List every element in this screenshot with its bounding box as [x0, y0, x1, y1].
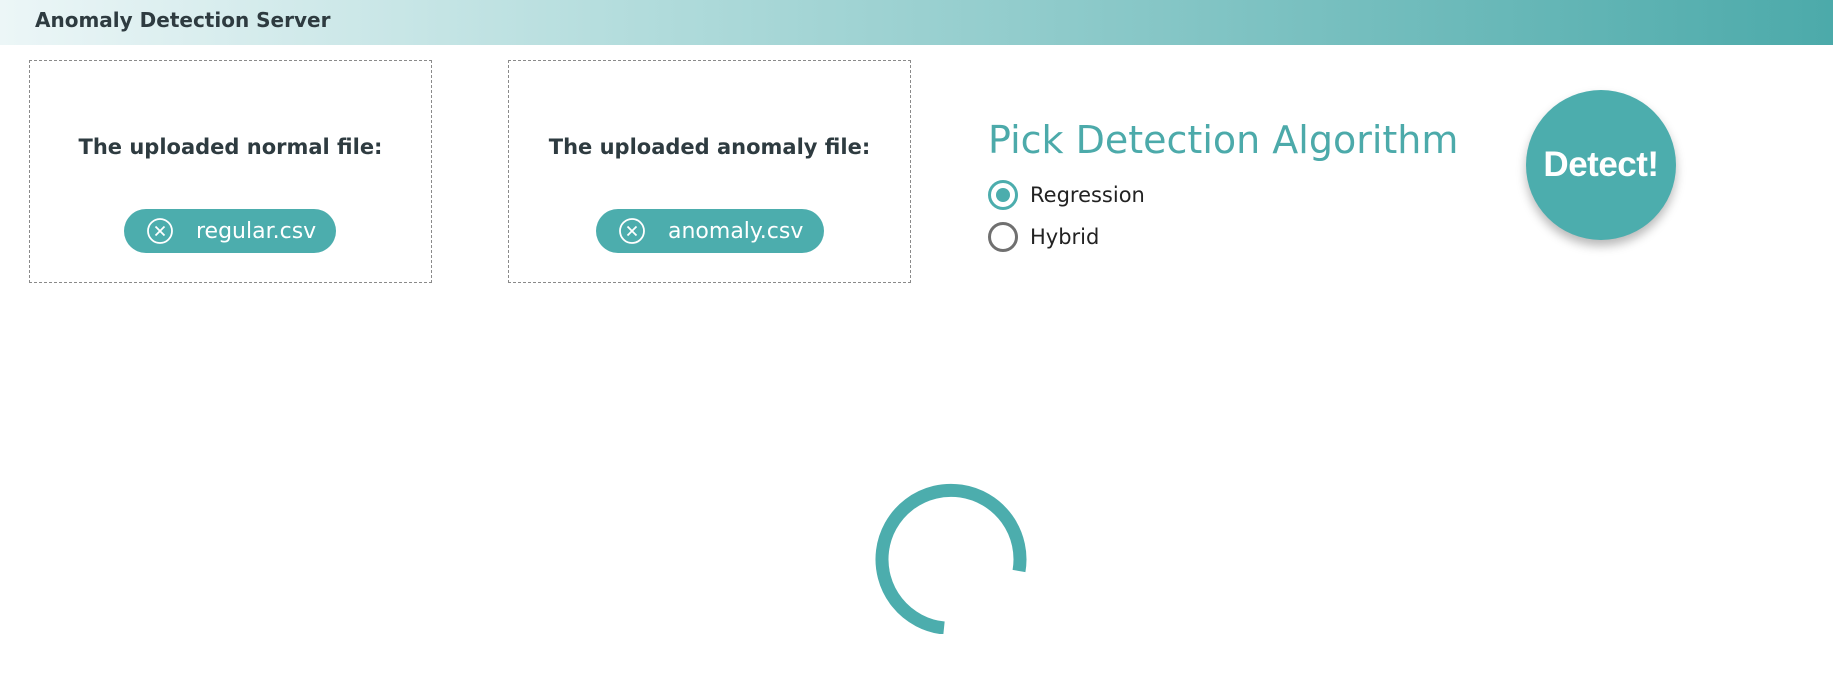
normal-file-chip[interactable]: regular.csv: [124, 209, 336, 253]
radio-unchecked-icon[interactable]: [988, 222, 1018, 252]
normal-file-upload-box[interactable]: The uploaded normal file: regular.csv: [29, 60, 432, 283]
loading-spinner-icon: [873, 478, 1029, 635]
radio-dot: [996, 188, 1010, 202]
normal-file-label: The uploaded normal file:: [78, 135, 383, 159]
app-title: Anomaly Detection Server: [35, 8, 331, 32]
top-bar: Anomaly Detection Server: [0, 0, 1833, 45]
radio-checked-icon[interactable]: [988, 180, 1018, 210]
anomaly-file-name: anomaly.csv: [668, 218, 804, 244]
anomaly-file-upload-box[interactable]: The uploaded anomaly file: anomaly.csv: [508, 60, 911, 283]
anomaly-file-chip[interactable]: anomaly.csv: [596, 209, 824, 253]
algorithm-picker-title: Pick Detection Algorithm: [988, 118, 1459, 162]
radio-option-regression[interactable]: Regression: [988, 180, 1145, 210]
radio-option-hybrid[interactable]: Hybrid: [988, 222, 1099, 252]
remove-file-icon[interactable]: [146, 217, 174, 245]
anomaly-file-label: The uploaded anomaly file:: [548, 135, 871, 159]
normal-file-name: regular.csv: [196, 218, 317, 244]
radio-label-regression: Regression: [1030, 183, 1145, 207]
remove-file-icon[interactable]: [618, 217, 646, 245]
radio-label-hybrid: Hybrid: [1030, 225, 1100, 249]
detect-button[interactable]: Detect!: [1526, 90, 1676, 240]
